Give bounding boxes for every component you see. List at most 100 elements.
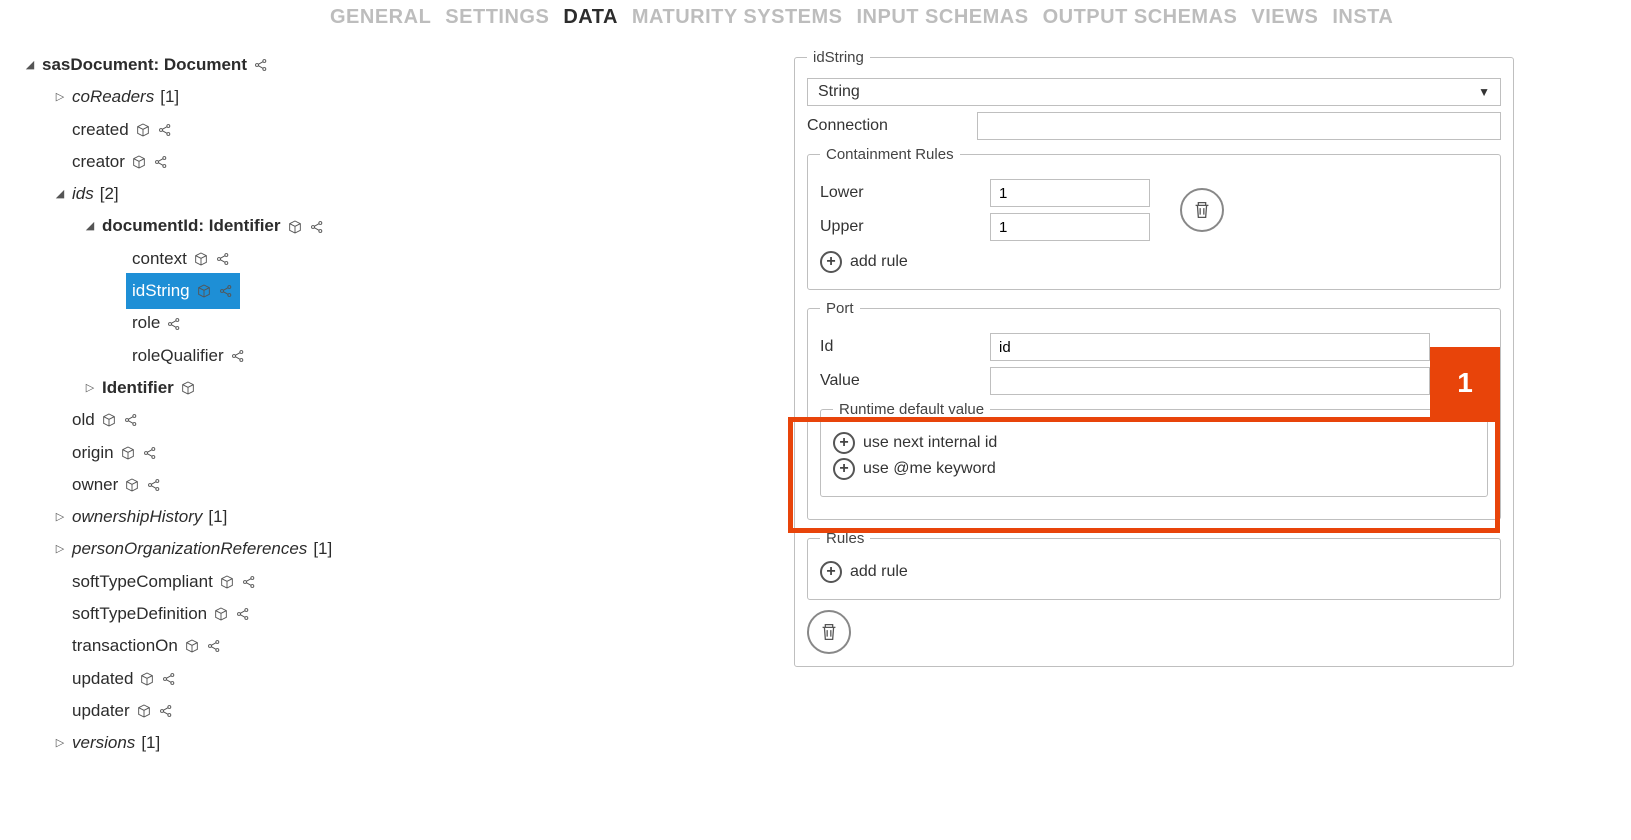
tree-root[interactable]: ◢ sasDocument: Document <box>24 49 764 81</box>
tree-label: updated <box>72 663 133 695</box>
tree-item-updater[interactable]: ▷ updater <box>24 695 764 727</box>
share-icon <box>253 57 269 73</box>
add-rule-label: add rule <box>850 563 908 581</box>
tab-data[interactable]: DATA <box>563 6 618 29</box>
add-rule-button[interactable]: + <box>820 561 842 583</box>
expand-icon[interactable]: ▷ <box>54 87 66 108</box>
collapse-icon[interactable]: ◢ <box>54 184 66 205</box>
runtime-legend: Runtime default value <box>833 401 990 418</box>
tab-insta[interactable]: INSTA <box>1332 6 1393 29</box>
tab-settings[interactable]: SETTINGS <box>445 6 549 29</box>
tree-item-owner[interactable]: ▷ owner <box>24 469 764 501</box>
tree-item-rolequalifier[interactable]: ▷ roleQualifier <box>24 340 764 372</box>
cube-icon <box>213 606 229 622</box>
cube-icon <box>131 154 147 170</box>
lower-input[interactable] <box>990 179 1150 207</box>
count-badge: [1] <box>313 533 332 565</box>
expand-icon[interactable]: ▷ <box>54 507 66 528</box>
tree-item-updated[interactable]: ▷ updated <box>24 663 764 695</box>
share-icon <box>123 412 139 428</box>
collapse-icon[interactable]: ◢ <box>24 55 36 76</box>
use-me-keyword-button[interactable]: + <box>833 458 855 480</box>
runtime-default-fieldset: Runtime default value + use next interna… <box>820 401 1488 497</box>
tree-item-transactionon[interactable]: ▷ transactionOn <box>24 630 764 662</box>
tree-item-idstring[interactable]: ▷ idString <box>24 275 764 307</box>
details-form: idString String ▼ Connection Containment… <box>794 49 1514 677</box>
share-icon <box>215 251 231 267</box>
tree-label: personOrganizationReferences <box>72 533 307 565</box>
share-icon <box>161 671 177 687</box>
cube-icon <box>124 477 140 493</box>
tree-item-softtypedefinition[interactable]: ▷ softTypeDefinition <box>24 598 764 630</box>
tree-label: owner <box>72 469 118 501</box>
port-value-input[interactable] <box>990 367 1430 395</box>
tree-item-ids[interactable]: ◢ ids [2] <box>24 178 764 210</box>
type-select-value: String <box>818 83 860 101</box>
tree-item-versions[interactable]: ▷ versions [1] <box>24 727 764 759</box>
tab-input-schemas[interactable]: INPUT SCHEMAS <box>857 6 1029 29</box>
type-select[interactable]: String ▼ <box>807 78 1501 106</box>
tree-label: versions <box>72 727 135 759</box>
upper-input[interactable] <box>990 213 1150 241</box>
share-icon <box>146 477 162 493</box>
tree-root-label: sasDocument: Document <box>42 49 247 81</box>
tree-label: softTypeCompliant <box>72 566 213 598</box>
expand-icon[interactable]: ▷ <box>54 733 66 754</box>
tree-label: creator <box>72 146 125 178</box>
delete-button[interactable] <box>807 610 851 654</box>
tree-item-coreaders[interactable]: ▷ coReaders [1] <box>24 81 764 113</box>
cube-icon <box>287 219 303 235</box>
tree-item-created[interactable]: ▷ created <box>24 114 764 146</box>
share-icon <box>309 219 325 235</box>
lower-label: Lower <box>820 184 970 202</box>
tree-label: updater <box>72 695 130 727</box>
share-icon <box>235 606 251 622</box>
tree-item-softtypecompliant[interactable]: ▷ softTypeCompliant <box>24 566 764 598</box>
cube-icon <box>136 703 152 719</box>
use-next-internal-id-label: use next internal id <box>863 434 997 452</box>
tab-general[interactable]: GENERAL <box>330 6 431 29</box>
tree-item-documentid[interactable]: ◢ documentId: Identifier <box>24 210 764 242</box>
share-icon <box>206 638 222 654</box>
tree-label: documentId: Identifier <box>102 210 281 242</box>
cube-icon <box>120 445 136 461</box>
cube-icon <box>196 283 212 299</box>
annotation-badge: 1 <box>1430 347 1500 419</box>
add-containment-rule-button[interactable]: + <box>820 251 842 273</box>
cube-icon <box>219 574 235 590</box>
expand-icon[interactable]: ▷ <box>54 539 66 560</box>
tree-item-context[interactable]: ▷ context <box>24 243 764 275</box>
containment-rules-fieldset: Containment Rules Lower Upper <box>807 146 1501 290</box>
tree-item-origin[interactable]: ▷ origin <box>24 437 764 469</box>
tree-item-old[interactable]: ▷ old <box>24 404 764 436</box>
tree-item-personorgrefs[interactable]: ▷ personOrganizationReferences [1] <box>24 533 764 565</box>
connection-label: Connection <box>807 117 957 135</box>
share-icon <box>241 574 257 590</box>
expand-icon[interactable]: ▷ <box>84 378 96 399</box>
cube-icon <box>135 122 151 138</box>
tab-maturity-systems[interactable]: MATURITY SYSTEMS <box>632 6 843 29</box>
connection-input[interactable] <box>977 112 1501 140</box>
port-id-input[interactable] <box>990 333 1430 361</box>
tree-item-ownershiphistory[interactable]: ▷ ownershipHistory [1] <box>24 501 764 533</box>
tree-item-identifier[interactable]: ▷ Identifier <box>24 372 764 404</box>
share-icon <box>153 154 169 170</box>
share-icon <box>158 703 174 719</box>
tree-item-creator[interactable]: ▷ creator <box>24 146 764 178</box>
cube-icon <box>184 638 200 654</box>
count-badge: [1] <box>208 501 227 533</box>
port-legend: Port <box>820 300 860 317</box>
tree-item-role[interactable]: ▷ role <box>24 307 764 339</box>
count-badge: [1] <box>141 727 160 759</box>
trash-icon <box>1191 199 1213 221</box>
tab-output-schemas[interactable]: OUTPUT SCHEMAS <box>1043 6 1238 29</box>
tree-label: idString <box>132 275 190 307</box>
cube-icon <box>193 251 209 267</box>
use-next-internal-id-button[interactable]: + <box>833 432 855 454</box>
cube-icon <box>139 671 155 687</box>
tree-label: context <box>132 243 187 275</box>
cube-icon <box>101 412 117 428</box>
delete-containment-button[interactable] <box>1180 188 1224 232</box>
collapse-icon[interactable]: ◢ <box>84 216 96 237</box>
tab-views[interactable]: VIEWS <box>1251 6 1318 29</box>
